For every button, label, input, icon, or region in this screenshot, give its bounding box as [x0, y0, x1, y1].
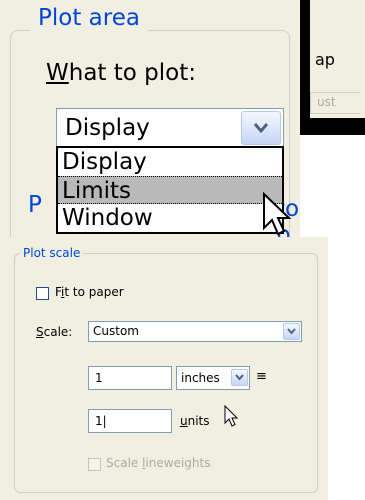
- dropdown-option-window[interactable]: Window: [58, 204, 282, 232]
- scale-label-text: cale:: [43, 325, 73, 339]
- dropdown-option-display[interactable]: Display: [58, 148, 282, 176]
- plot-scale-panel: Plot scale Fit to paper Scale: Custom 1 …: [0, 237, 328, 500]
- background-fragment-letter: P: [28, 192, 42, 218]
- chevron-down-icon: [235, 374, 244, 381]
- units-input[interactable]: 1|: [88, 409, 172, 433]
- what-to-plot-label: What to plot:: [46, 58, 196, 88]
- background-fragment-text: ap: [315, 50, 335, 69]
- zoomed-dialog-panel: Plot area What to plot: P to p Display D…: [0, 0, 300, 332]
- scale-value: Custom: [93, 324, 139, 338]
- what-to-plot-dropdown-button[interactable]: [241, 111, 281, 145]
- units-input-value: 1|: [95, 414, 107, 428]
- chevron-down-icon: [287, 328, 296, 335]
- inches-unit-value: inches: [181, 371, 220, 385]
- units-accelerator: u: [180, 414, 188, 428]
- what-to-plot-dropdown-list: Display Limits Window: [56, 146, 284, 234]
- fit-to-paper-text: t to paper: [64, 285, 124, 299]
- dropdown-option-limits[interactable]: Limits: [58, 176, 282, 204]
- inches-input-value: 1: [95, 371, 103, 385]
- arrow-cursor-icon: [263, 192, 292, 236]
- scale-lineweights-checkbox[interactable]: [88, 458, 101, 471]
- scale-lineweights-label: Scale lineweights: [106, 456, 211, 470]
- what-to-plot-value: Display: [65, 115, 150, 141]
- background-button-label: ust: [317, 95, 336, 109]
- inches-unit-combobox[interactable]: inches: [176, 366, 250, 390]
- scale-dropdown-button[interactable]: [283, 323, 300, 340]
- scale-accelerator: S: [36, 325, 44, 339]
- arrow-cursor-icon: [224, 405, 239, 427]
- scale-lineweights-text: ineweights: [145, 456, 211, 470]
- background-button: ust: [310, 92, 360, 114]
- units-label: units: [180, 414, 210, 428]
- fit-to-paper-checkbox[interactable]: [36, 287, 49, 300]
- what-to-plot-label-text: hat to plot:: [68, 60, 196, 86]
- inches-unit-dropdown-button[interactable]: [231, 369, 248, 386]
- fit-to-paper-label[interactable]: Fit to paper: [55, 285, 124, 299]
- chevron-down-icon: [253, 123, 269, 134]
- scale-combobox[interactable]: Custom: [88, 321, 302, 342]
- what-to-plot-accelerator: W: [46, 60, 69, 86]
- what-to-plot-combobox[interactable]: Display: [56, 108, 284, 148]
- scale-label: Scale:: [36, 325, 72, 339]
- plot-area-title: Plot area: [30, 4, 148, 32]
- inches-input[interactable]: 1: [88, 366, 172, 390]
- units-label-text: nits: [187, 414, 210, 428]
- equals-sign: ≡: [256, 369, 267, 384]
- scale-lineweights-prefix: Scale: [106, 456, 143, 470]
- plot-scale-title: Plot scale: [20, 246, 84, 260]
